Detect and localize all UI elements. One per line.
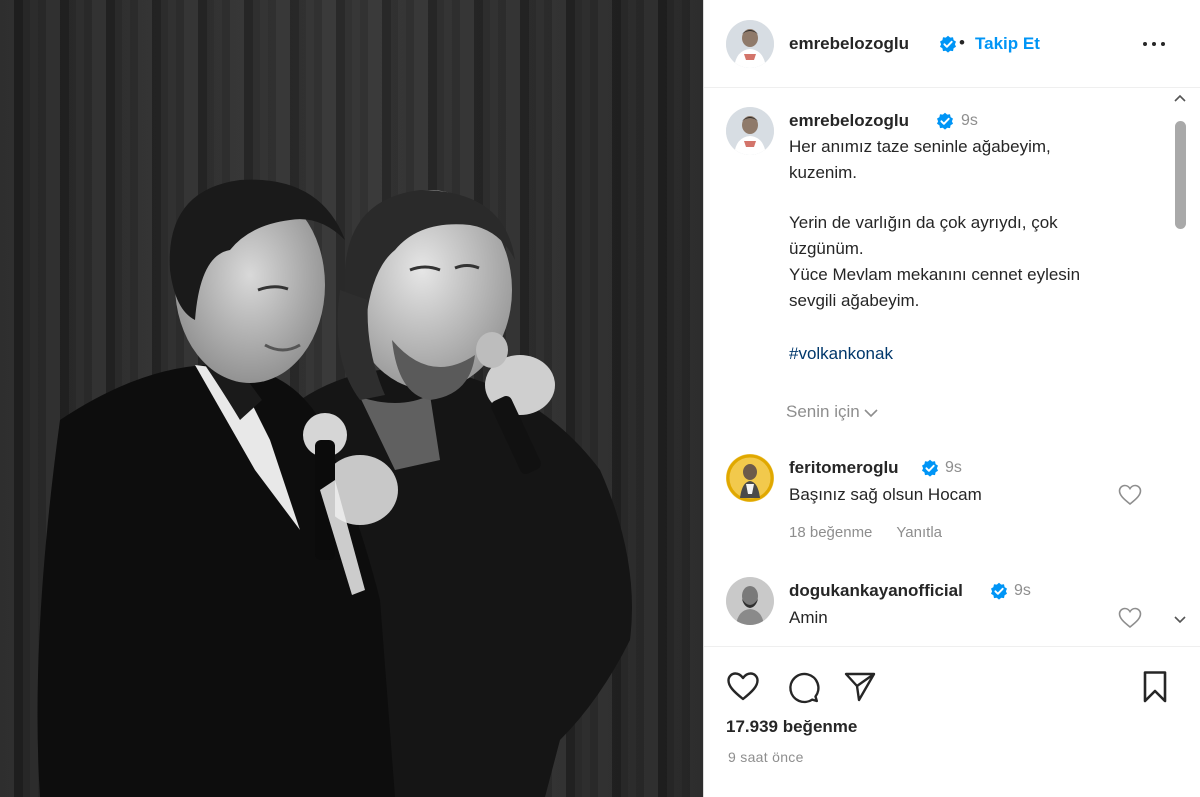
comment-text: Başınız sağ olsun Hocam: [789, 485, 982, 504]
comment-likes-count[interactable]: 18 beğenme: [789, 524, 872, 541]
caption-text: Her anımız taze seninle ağabeyim, kuzeni…: [789, 134, 1149, 314]
hashtag-link[interactable]: #volkankonak: [789, 344, 893, 364]
caption-timestamp: 9s: [961, 112, 978, 129]
verified-badge-icon: [937, 112, 953, 130]
comment-timestamp: 9s: [945, 459, 962, 476]
more-options-icon[interactable]: [1140, 36, 1168, 52]
heart-icon[interactable]: [725, 669, 761, 705]
post-side-panel: emrebelozoglu • Takip Et emrebelozoglu 9: [703, 0, 1200, 797]
scrollbar-thumb[interactable]: [1175, 121, 1186, 229]
caption-line: Yüce Mevlam mekanını cennet eylesin: [789, 265, 1081, 284]
author-avatar-image: [726, 20, 774, 68]
commenter-avatar-image: [726, 577, 774, 625]
post-photo-image: [0, 0, 703, 797]
scroll-down-arrow-icon[interactable]: [1173, 615, 1187, 625]
reply-button[interactable]: Yanıtla: [896, 524, 942, 541]
commenter-avatar-image: [726, 454, 774, 502]
comment-like-heart-icon[interactable]: [1118, 607, 1142, 629]
for-you-filter[interactable]: Senin için: [786, 402, 878, 422]
post-header: emrebelozoglu • Takip Et: [704, 0, 1200, 88]
comment-icon[interactable]: [785, 669, 821, 705]
caption-username[interactable]: emrebelozoglu: [789, 111, 909, 131]
author-username[interactable]: emrebelozoglu: [789, 34, 909, 54]
separator-dot: •: [959, 33, 965, 52]
likes-count[interactable]: 17.939 beğenme: [726, 717, 857, 737]
comments-section[interactable]: emrebelozoglu 9s Her anımız taze seninle…: [704, 89, 1200, 645]
verified-badge-icon: [922, 459, 938, 477]
follow-button[interactable]: Takip Et: [975, 34, 1040, 54]
verified-badge-icon: [940, 35, 956, 53]
bookmark-icon[interactable]: [1137, 669, 1173, 705]
post-actions: 17.939 beğenme 9 saat önce: [704, 646, 1200, 797]
scroll-up-arrow-icon[interactable]: [1173, 93, 1187, 103]
comment-text: Amin: [789, 608, 828, 627]
caption-line: Yerin de varlığın da çok ayrıydı, çok: [789, 213, 1058, 232]
for-you-label: Senin için: [786, 402, 860, 421]
caption-line-break: [789, 186, 1149, 210]
comment-meta: 18 beğenme Yanıtla: [789, 524, 966, 541]
caption-line: Her anımız taze seninle ağabeyim,: [789, 137, 1051, 156]
commenter-username[interactable]: feritomeroglu: [789, 458, 899, 478]
post-timestamp: 9 saat önce: [728, 749, 804, 765]
share-icon[interactable]: [842, 669, 878, 705]
commenter-avatar[interactable]: [726, 577, 774, 625]
comments-scrollbar[interactable]: [1169, 89, 1191, 645]
commenter-avatar[interactable]: [726, 454, 774, 502]
caption-line: üzgünüm.: [789, 239, 864, 258]
caption-author-avatar-image: [726, 107, 774, 155]
comment-like-heart-icon[interactable]: [1118, 484, 1142, 506]
caption-line: kuzenim.: [789, 163, 858, 182]
caption-author-avatar[interactable]: [726, 107, 774, 155]
commenter-username[interactable]: dogukankayanofficial: [789, 581, 963, 601]
author-avatar[interactable]: [726, 20, 774, 68]
caption-line: sevgili ağabeyim.: [789, 291, 920, 310]
verified-badge-icon: [991, 582, 1007, 600]
comment-timestamp: 9s: [1014, 582, 1031, 599]
post-photo[interactable]: [0, 0, 703, 797]
chevron-down-icon: [864, 409, 878, 418]
